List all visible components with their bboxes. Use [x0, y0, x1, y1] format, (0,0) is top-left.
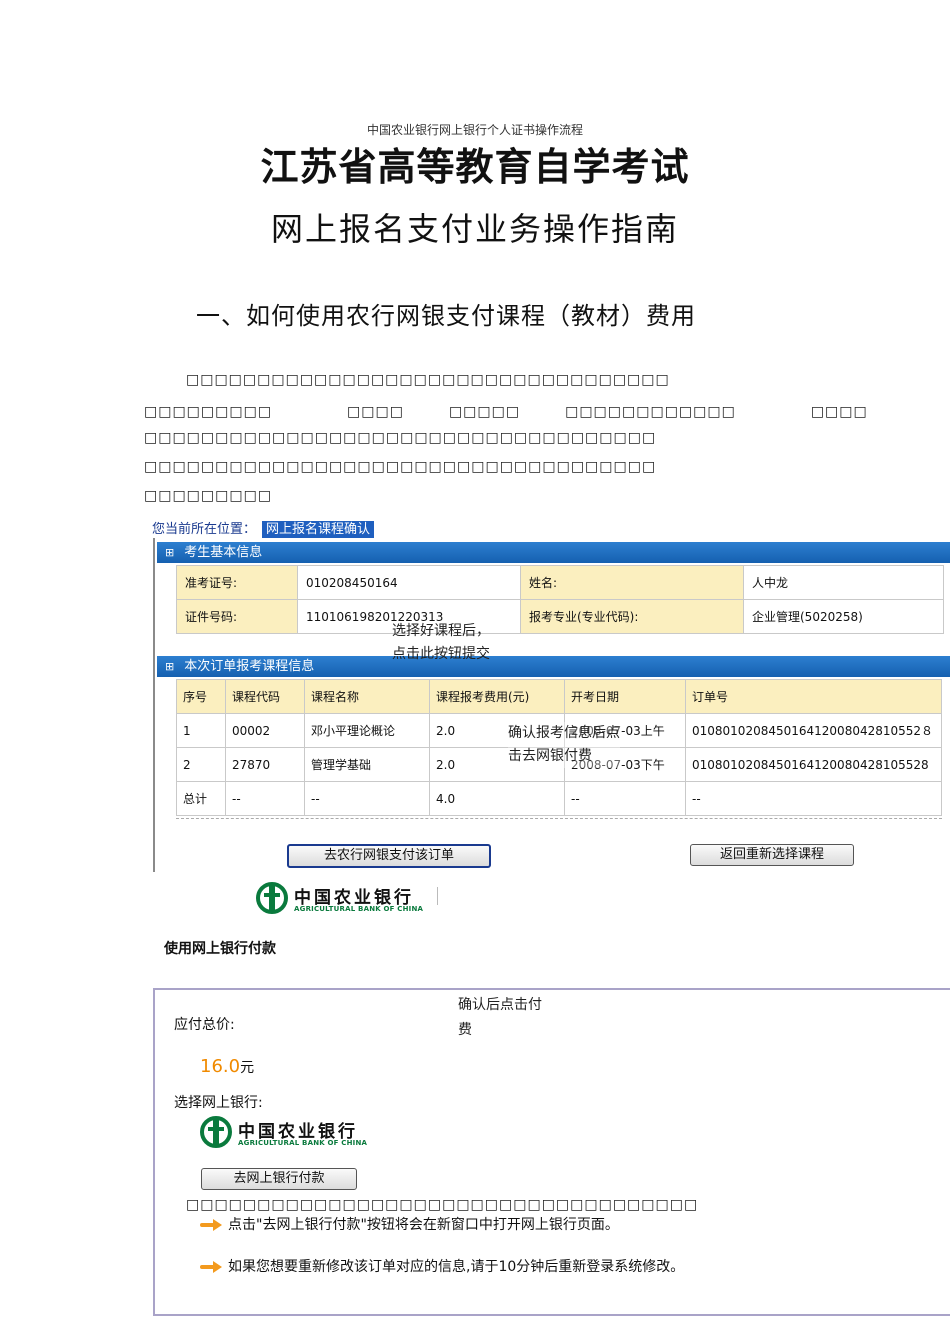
document-title: 江苏省高等教育自学考试 — [260, 145, 690, 189]
table-cell: 1 — [176, 713, 226, 748]
paragraph-line: □□□□□□□□□□□□□□□□□□□□□□□□□□□□□□□□□□ — [186, 372, 670, 388]
table-cell: 0108010208450164120080428105528 — [685, 747, 942, 782]
total-label: 应付总价: — [174, 1017, 235, 1033]
location-breadcrumb: 您当前所在位置： 网上报名课程确认 — [152, 518, 375, 538]
table-cell: -- — [564, 781, 686, 816]
column-header: 课程报考费用(元) — [429, 679, 565, 714]
table-cell: 邓小平理论概论 — [304, 713, 430, 748]
table-cell: 27870 — [225, 747, 305, 782]
logo-separator — [437, 887, 438, 905]
basic-info-table: 准考证号: 010208450164 姓名: 人中龙 证件号码: 1101061… — [176, 565, 944, 634]
table-row-total: 总计 -- -- 4.0 -- -- — [176, 781, 942, 816]
table-cell: 2 — [176, 747, 226, 782]
abc-emblem-icon — [256, 882, 288, 914]
total-amount: 16.0元 — [200, 1056, 254, 1077]
basic-info-header: ⊞ 考生基本信息 — [157, 542, 950, 563]
table-row: 准考证号: 010208450164 姓名: 人中龙 — [176, 565, 944, 600]
table-cell: 010801020845016412008042810552８ — [685, 713, 942, 748]
cell-value: 企业管理(5020258) — [743, 599, 944, 634]
table-divider — [176, 818, 942, 819]
back-reselect-button[interactable]: 返回重新选择课程 — [690, 844, 854, 866]
panel-left-border — [153, 538, 155, 872]
paragraph-line: □□□□□□□□□□□□□□□□□□□□□□□□□□□□□□□□□□□□ — [186, 1197, 699, 1213]
cell-label: 证件号码: — [176, 599, 298, 634]
order-info-header: ⊞ 本次订单报考课程信息 — [157, 656, 950, 677]
paragraph-line: □□□□□□□□□□□□□□□□□□□□□□□□□□□□□□□□□□□□ — [144, 459, 657, 475]
location-current[interactable]: 网上报名课程确认 — [262, 521, 375, 538]
pay-order-button[interactable]: 去农行网银支付该订单 — [287, 844, 491, 868]
go-online-bank-button[interactable]: 去网上银行付款 — [201, 1168, 357, 1190]
annotation-confirm: 确认报考信息后点 击去网银付费 — [508, 722, 620, 768]
choose-bank-label: 选择网上银行: — [174, 1095, 263, 1111]
paragraph-line: □□□□□□□□□ — [144, 488, 273, 504]
document-subtitle: 网上报名支付业务操作指南 — [270, 210, 679, 248]
table-cell: 管理学基础 — [304, 747, 430, 782]
paragraph-line: □□□□□□□□□ □□□□ □□□□□ □□□□□□□□□□□□ □□□□ — [144, 404, 868, 420]
amount-value: 16.0 — [200, 1056, 241, 1077]
note-item: 如果您想要重新修改该订单对应的信息,请于10分钟后重新登录系统修改。 — [200, 1256, 684, 1276]
paragraph-line: □□□□□□□□□□□□□□□□□□□□□□□□□□□□□□□□□□□□ — [144, 430, 657, 446]
annotation-pay: 确认后点击付 费 — [458, 997, 542, 1038]
table-cell: -- — [685, 781, 942, 816]
column-header: 订单号 — [685, 679, 942, 714]
cell-label: 报考专业(专业代码): — [520, 599, 744, 634]
note-item: 点击"去网上银行付款"按钮将会在新窗口中打开网上银行页面。 — [200, 1214, 619, 1234]
table-cell: 总计 — [176, 781, 226, 816]
table-row: 证件号码: 110106198201220313 报考专业(专业代码): 企业管… — [176, 599, 944, 634]
note-text: 如果您想要重新修改该订单对应的信息,请于10分钟后重新登录系统修改。 — [228, 1259, 685, 1275]
cell-label: 姓名: — [520, 565, 744, 600]
table-cell: -- — [225, 781, 305, 816]
expand-icon[interactable]: ⊞ — [165, 660, 174, 673]
cell-value: 010208450164 — [297, 565, 521, 600]
online-payment-heading: 使用网上银行付款 — [164, 941, 276, 957]
cell-value: 人中龙 — [743, 565, 944, 600]
arrow-right-icon — [200, 1219, 222, 1231]
table-cell: -- — [304, 781, 430, 816]
column-header: 开考日期 — [564, 679, 686, 714]
bank-name-en: AGRICULTURAL BANK OF CHINA — [238, 1139, 368, 1147]
arrow-right-icon — [200, 1261, 222, 1273]
expand-icon[interactable]: ⊞ — [165, 546, 174, 559]
location-label: 您当前所在位置： — [152, 522, 257, 537]
column-header: 课程代码 — [225, 679, 305, 714]
section-heading: 一、如何使用农行网银支付课程（教材）费用 — [196, 302, 696, 330]
column-header: 课程名称 — [304, 679, 430, 714]
bank-name-en: AGRICULTURAL BANK OF CHINA — [294, 905, 424, 913]
table-cell: 00002 — [225, 713, 305, 748]
table-header-row: 序号 课程代码 课程名称 课程报考费用(元) 开考日期 订单号 — [176, 679, 942, 714]
annotation-submit: 选择好课程后， 点击此按钮提交 — [392, 623, 490, 662]
abc-emblem-icon — [200, 1116, 232, 1148]
cell-label: 准考证号: — [176, 565, 298, 600]
amount-currency: 元 — [240, 1060, 255, 1076]
column-header: 序号 — [176, 679, 226, 714]
note-text: 点击"去网上银行付款"按钮将会在新窗口中打开网上银行页面。 — [228, 1217, 619, 1233]
order-info-header-label: 本次订单报考课程信息 — [184, 659, 315, 674]
table-cell: 4.0 — [429, 781, 565, 816]
basic-info-header-label: 考生基本信息 — [184, 545, 263, 560]
